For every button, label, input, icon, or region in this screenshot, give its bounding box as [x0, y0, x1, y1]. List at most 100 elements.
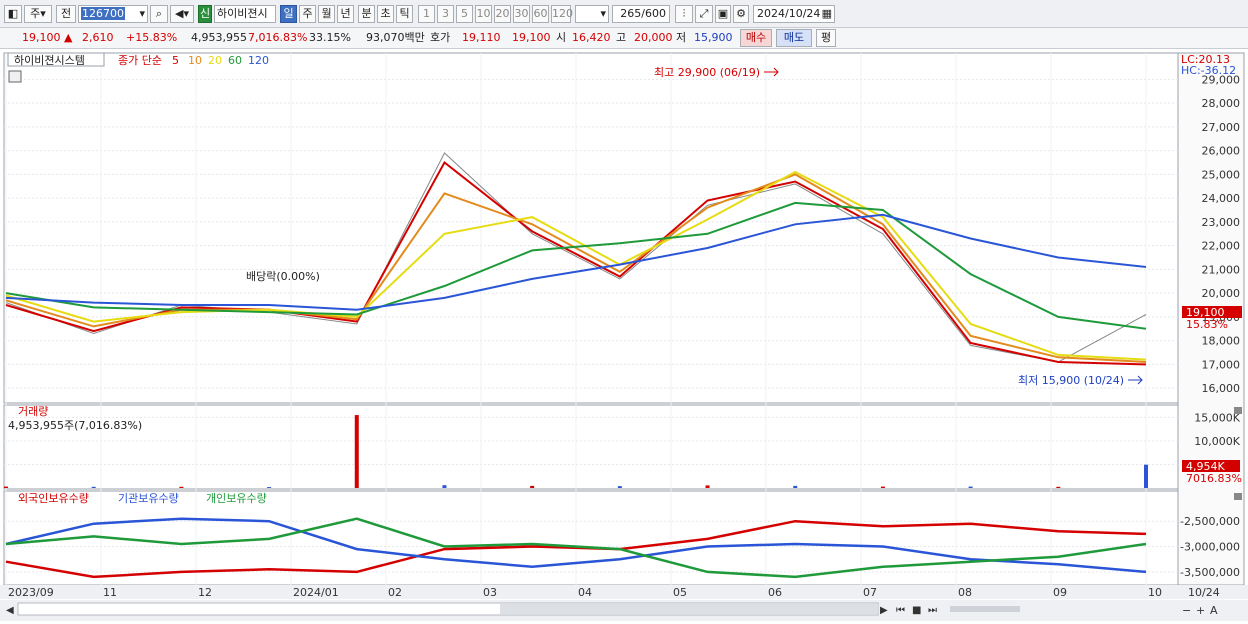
price-change: 2,610	[82, 31, 114, 44]
volume-bar	[1144, 464, 1148, 488]
price-tick-label: 27,000	[1202, 121, 1241, 134]
interval-button-3[interactable]: 3	[437, 5, 454, 23]
high-label: 고	[616, 31, 627, 44]
x-tick-label: 02	[388, 586, 402, 599]
gear-icon[interactable]: ⚙	[733, 5, 749, 23]
ma-legend-120[interactable]: 120	[248, 54, 269, 67]
high-price: 20,000	[634, 31, 673, 44]
period-button-second[interactable]: 초	[377, 5, 394, 23]
open-label: 시	[556, 31, 567, 44]
speaker-icon[interactable]: ◀▾	[170, 5, 194, 23]
search-icon[interactable]: ⌕	[150, 5, 168, 23]
open-price: 16,420	[572, 31, 611, 44]
interval-button-30[interactable]: 30	[513, 5, 530, 23]
rewind-icon[interactable]: ⏮	[896, 605, 905, 616]
zoom-out-icon[interactable]: −	[1182, 604, 1191, 617]
scroll-right-icon[interactable]: ▶	[880, 605, 888, 616]
volume-bar	[267, 487, 272, 488]
last-pct-tag: 15.83%	[1186, 318, 1228, 331]
period-button-month[interactable]: 월	[318, 5, 335, 23]
save-icon[interactable]: ▣	[715, 5, 731, 23]
code-value: 126700	[81, 7, 125, 20]
legend-individual[interactable]: 개인보유수량	[206, 492, 267, 505]
volume-bar	[1056, 486, 1061, 488]
interval-button-10[interactable]: 10	[475, 5, 492, 23]
period-type-value: 주	[30, 7, 41, 20]
calendar-icon: ▦	[821, 7, 832, 20]
prev-button[interactable]: 전	[56, 5, 76, 23]
price-tick-label: 21,000	[1202, 263, 1241, 276]
font-size-icon[interactable]: A	[1210, 604, 1218, 617]
buy-button[interactable]: 매수	[740, 29, 772, 47]
scrollbar-thumb[interactable]	[500, 604, 878, 614]
legend-institution[interactable]: 기관보유수량	[118, 492, 179, 505]
volume-panel-close-icon[interactable]	[1234, 407, 1242, 414]
holding-panel-close-icon[interactable]	[1234, 493, 1242, 500]
stop-icon[interactable]: ■	[912, 605, 921, 616]
period-button-week[interactable]: 주	[299, 5, 316, 23]
x-tick-label: 04	[578, 586, 592, 599]
x-tick-label: 06	[768, 586, 782, 599]
forward-icon[interactable]: ⏭	[928, 605, 937, 616]
crosshair-icon[interactable]: ⤢	[695, 5, 713, 23]
dividend-label: 배당락(0.00%)	[246, 270, 320, 283]
volume-bar	[91, 486, 96, 488]
x-tick-label: 07	[863, 586, 877, 599]
candle-icon[interactable]: ⫶	[675, 5, 693, 23]
table-toggle-icon[interactable]	[8, 70, 22, 83]
volume-ratio: 7,016.83%	[248, 31, 308, 44]
trade-amount: 93,070백만	[366, 31, 425, 44]
volume-bar	[354, 415, 359, 488]
ask-label: 호가	[430, 31, 451, 44]
period-button-tick[interactable]: 틱	[396, 5, 413, 23]
volume-bar	[617, 486, 622, 488]
period-button-minute[interactable]: 분	[358, 5, 375, 23]
scroll-left-icon[interactable]: ◀	[6, 605, 14, 616]
count-field[interactable]: 265/600	[612, 5, 670, 23]
ma-legend-10[interactable]: 10	[188, 54, 202, 67]
volume-bar	[4, 486, 8, 488]
low-marker-label: 최저 15,900 (10/24)	[1018, 374, 1124, 387]
price-tick-label: 24,000	[1202, 192, 1241, 205]
volume-bar	[793, 485, 798, 488]
x-tick-label: 10/24	[1188, 586, 1220, 599]
volume-tick-label: 10,000K	[1194, 435, 1240, 448]
price-tick-label: 17,000	[1202, 358, 1241, 371]
interval-button-60[interactable]: 60	[532, 5, 549, 23]
ask-price-2: 19,100	[512, 31, 551, 44]
ma-legend-60[interactable]: 60	[228, 54, 242, 67]
price-tick-label: 25,000	[1202, 168, 1241, 181]
ma-legend-5[interactable]: 5	[172, 54, 179, 67]
turnover-rate: 33.15%	[309, 31, 351, 44]
interval-button-1[interactable]: 1	[418, 5, 435, 23]
period-button-year[interactable]: 년	[337, 5, 354, 23]
zoom-in-icon[interactable]: +	[1196, 604, 1205, 617]
price-change-pct: +15.83%	[126, 31, 178, 44]
up-arrow-icon: ▲	[64, 31, 73, 44]
ask-price-1: 19,110	[462, 31, 501, 44]
stock-name-field[interactable]: 하이비젼시	[214, 5, 276, 23]
evaluate-button[interactable]: 평	[816, 29, 836, 47]
low-price: 15,900	[694, 31, 733, 44]
legend-foreign[interactable]: 외국인보유수량	[18, 492, 89, 505]
date-field[interactable]: 2024/10/24 ▦	[753, 5, 835, 23]
sell-button[interactable]: 매도	[776, 29, 812, 47]
period-button-day[interactable]: 일	[280, 5, 297, 23]
interval-select[interactable]: ▾	[575, 5, 609, 23]
x-tick-label: 05	[673, 586, 687, 599]
volume-bar	[968, 486, 973, 488]
price-tick-label: 23,000	[1202, 216, 1241, 229]
interval-button-5[interactable]: 5	[456, 5, 473, 23]
volume-tick-label: 15,000K	[1194, 411, 1240, 424]
chevron-down-icon: ▾	[600, 7, 606, 20]
ma-legend-20[interactable]: 20	[208, 54, 222, 67]
zoom-slider[interactable]	[950, 606, 1020, 612]
code-input[interactable]: 126700 ▾	[78, 5, 148, 23]
date-value: 2024/10/24	[757, 7, 821, 20]
period-type-select[interactable]: 주▾	[24, 5, 52, 23]
interval-button-20[interactable]: 20	[494, 5, 511, 23]
chart-type-icon[interactable]: ◧	[4, 5, 22, 23]
interval-button-120[interactable]: 120	[551, 5, 573, 23]
volume-bar	[530, 485, 535, 488]
volume-bar	[179, 486, 184, 488]
